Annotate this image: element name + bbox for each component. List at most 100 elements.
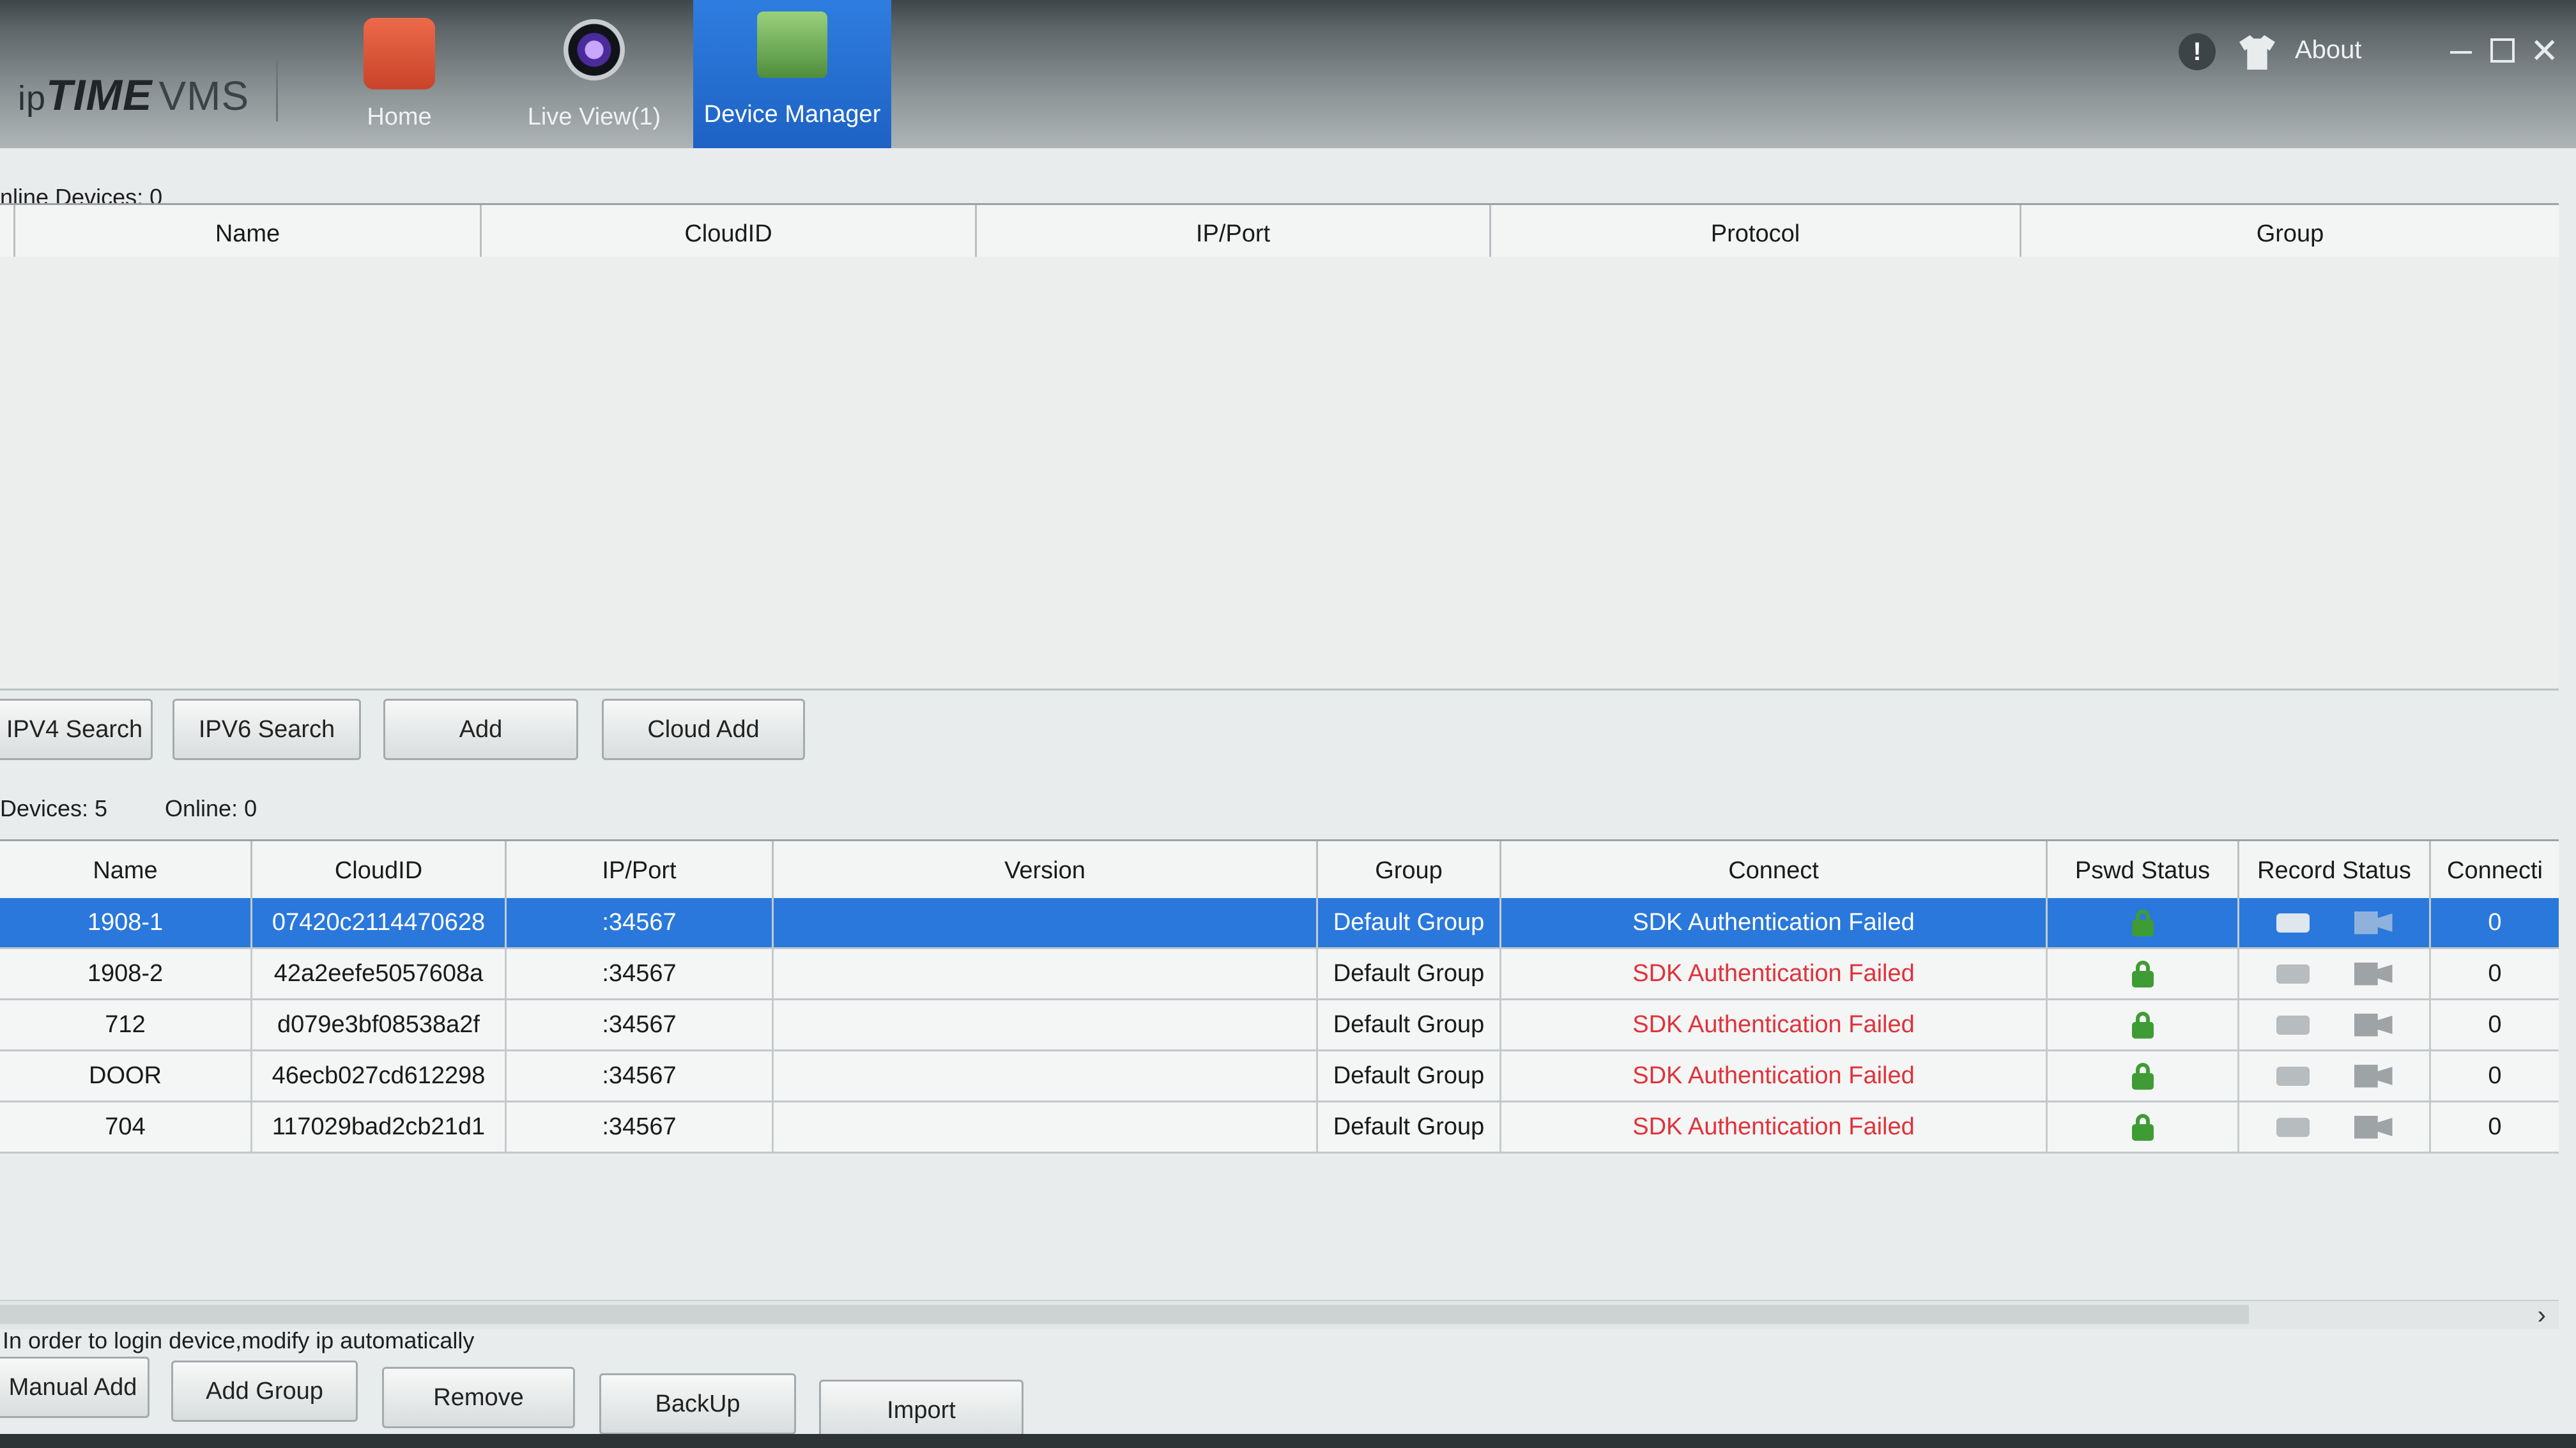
video-camera-icon xyxy=(2354,962,2393,986)
status-hint: In order to login device,modify ip autom… xyxy=(3,1327,475,1353)
cell-ipport: :34567 xyxy=(507,1000,774,1049)
cell-version xyxy=(774,1000,1318,1049)
minimize-icon[interactable] xyxy=(2450,51,2472,54)
camera-lens-icon xyxy=(564,19,625,80)
cell-version xyxy=(774,949,1318,998)
table-row[interactable]: 1908-1 07420c2114470628 :34567 Default G… xyxy=(0,898,2559,949)
video-camera-icon xyxy=(2354,1115,2393,1139)
cell-record-status xyxy=(2239,1102,2431,1152)
cell-name: 1908-2 xyxy=(0,949,252,998)
nav-live-view-label: Live View(1) xyxy=(527,103,661,130)
import-button[interactable]: Import xyxy=(819,1380,1023,1441)
table-row[interactable]: 712 d079e3bf08538a2f :34567 Default Grou… xyxy=(0,1000,2559,1051)
home-icon xyxy=(364,18,435,89)
cell-ipport: :34567 xyxy=(507,898,774,947)
cell-group: Default Group xyxy=(1318,898,1501,947)
cell-name: 712 xyxy=(0,1000,252,1049)
scrollbar-thumb[interactable] xyxy=(0,1305,2249,1324)
cell-record-status xyxy=(2239,1051,2431,1101)
cell-version xyxy=(774,1102,1318,1152)
close-icon[interactable]: ✕ xyxy=(2530,31,2559,71)
remove-button[interactable]: Remove xyxy=(382,1367,575,1428)
device-table-body: 1908-1 07420c2114470628 :34567 Default G… xyxy=(0,898,2559,1154)
table-row[interactable]: DOOR 46ecb027cd612298 :34567 Default Gro… xyxy=(0,1051,2559,1102)
column-header-ipport[interactable]: IP/Port xyxy=(977,205,1491,263)
lock-icon xyxy=(2131,1113,2154,1141)
cloud-add-button[interactable]: Cloud Add xyxy=(602,699,805,760)
column-header-pswd-status[interactable]: Pswd Status xyxy=(2048,841,2239,900)
cell-connections: 0 xyxy=(2488,960,2502,987)
cell-record-status xyxy=(2239,949,2431,998)
column-header-record-status[interactable]: Record Status xyxy=(2239,841,2431,900)
hard-disk-icon xyxy=(2276,1117,2310,1137)
maximize-icon[interactable] xyxy=(2490,38,2515,63)
video-camera-icon xyxy=(2354,1064,2393,1088)
cell-connections: 0 xyxy=(2488,1113,2502,1140)
alert-icon[interactable]: ! xyxy=(2179,33,2216,70)
cell-record-status xyxy=(2239,898,2431,947)
cell-version xyxy=(774,898,1318,947)
column-header-name[interactable]: Name xyxy=(0,841,252,900)
cell-cloudid: d079e3bf08538a2f xyxy=(252,1000,507,1049)
column-header-connections[interactable]: Connecti xyxy=(2431,841,2559,900)
column-header-name[interactable]: Name xyxy=(15,205,482,263)
table-row[interactable]: 704 117029bad2cb21d1 :34567 Default Grou… xyxy=(0,1102,2559,1154)
hard-disk-icon xyxy=(2276,1066,2310,1086)
hard-disk-icon xyxy=(2276,913,2310,933)
ipv6-search-button[interactable]: IPV6 Search xyxy=(172,699,361,760)
cell-name: DOOR xyxy=(0,1051,252,1101)
nav-home-button[interactable]: Home xyxy=(307,0,492,148)
cell-cloudid: 42a2eefe5057608a xyxy=(252,949,507,998)
video-camera-icon xyxy=(2354,911,2393,934)
cell-connections: 0 xyxy=(2488,909,2502,936)
cell-pswd-status xyxy=(2048,1051,2239,1101)
top-toolbar: ipTIME VMS Home Live View(1) Device Manag… xyxy=(0,0,2576,148)
devices-count: Devices: 5 xyxy=(0,795,108,821)
cell-group: Default Group xyxy=(1318,949,1501,998)
nav-device-manager-label: Device Manager xyxy=(703,101,881,128)
add-button[interactable]: Add xyxy=(383,699,578,760)
column-header-connect[interactable]: Connect xyxy=(1501,841,2048,900)
column-header-protocol[interactable]: Protocol xyxy=(1491,205,2021,263)
cell-cloudid: 117029bad2cb21d1 xyxy=(252,1102,507,1152)
about-button[interactable]: About xyxy=(2295,36,2362,65)
device-manager-icon xyxy=(757,11,827,78)
lock-icon xyxy=(2131,1011,2154,1039)
app-logo: ipTIME VMS xyxy=(18,71,250,119)
cell-connect-status: SDK Authentication Failed xyxy=(1501,898,2048,947)
cell-connect-status: SDK Authentication Failed xyxy=(1501,1051,2048,1101)
select-all-checkbox[interactable] xyxy=(0,205,15,263)
column-header-cloudid[interactable]: CloudID xyxy=(482,205,977,263)
column-header-group[interactable]: Group xyxy=(1318,841,1501,900)
cell-pswd-status xyxy=(2048,1000,2239,1049)
video-camera-icon xyxy=(2354,1013,2393,1037)
lock-icon xyxy=(2131,1062,2154,1090)
manual-add-button[interactable]: Manual Add xyxy=(0,1357,150,1418)
cell-ipport: :34567 xyxy=(507,949,774,998)
cell-group: Default Group xyxy=(1318,1051,1501,1101)
cell-ipport: :34567 xyxy=(507,1102,774,1152)
cell-ipport: :34567 xyxy=(507,1051,774,1101)
table-row[interactable]: 1908-2 42a2eefe5057608a :34567 Default G… xyxy=(0,949,2559,1000)
cell-record-status xyxy=(2239,1000,2431,1049)
skin-icon[interactable] xyxy=(2239,35,2275,70)
backup-button[interactable]: BackUp xyxy=(599,1373,796,1435)
nav-device-manager-button[interactable]: Device Manager xyxy=(693,0,891,148)
column-header-cloudid[interactable]: CloudID xyxy=(252,841,507,900)
lock-icon xyxy=(2131,960,2154,987)
online-devices-list[interactable] xyxy=(0,257,2559,690)
cell-cloudid: 07420c2114470628 xyxy=(252,898,507,947)
column-header-group[interactable]: Group xyxy=(2021,205,2559,263)
ipv4-search-button[interactable]: IPV4 Search xyxy=(0,699,153,760)
cell-cloudid: 46ecb027cd612298 xyxy=(252,1051,507,1101)
device-table-header: Name CloudID IP/Port Version Group Conne… xyxy=(0,839,2559,902)
taskbar-edge xyxy=(0,1434,2576,1448)
add-group-button[interactable]: Add Group xyxy=(171,1360,358,1422)
scroll-right-icon[interactable]: › xyxy=(2538,1301,2546,1330)
cell-name: 1908-1 xyxy=(0,898,252,947)
column-header-version[interactable]: Version xyxy=(774,841,1318,900)
hard-disk-icon xyxy=(2276,1015,2310,1035)
column-header-ipport[interactable]: IP/Port xyxy=(507,841,774,900)
nav-live-view-button[interactable]: Live View(1) xyxy=(502,0,687,148)
horizontal-scrollbar[interactable]: › xyxy=(0,1300,2559,1329)
